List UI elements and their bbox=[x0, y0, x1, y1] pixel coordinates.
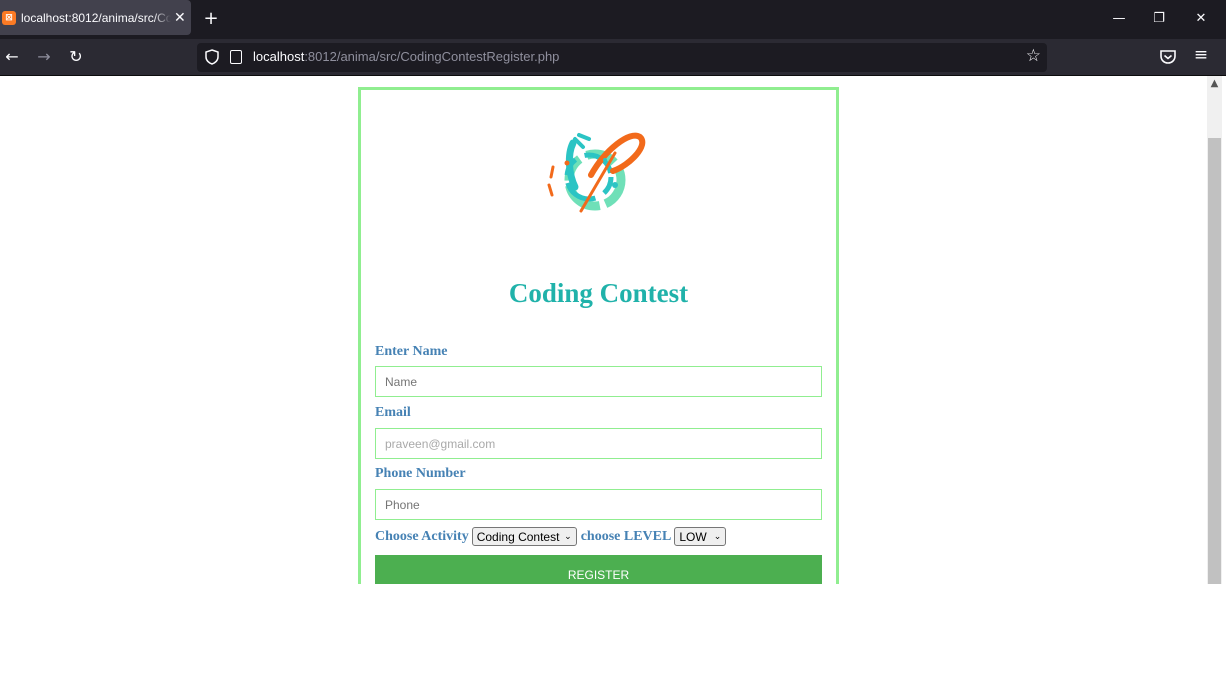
name-label: Enter Name bbox=[375, 344, 448, 359]
tab-title: localhost:8012/anima/src/CodingContestRe… bbox=[21, 10, 171, 25]
chevron-down-icon: ⌄ bbox=[713, 531, 722, 542]
xampp-favicon-icon: ⊠ bbox=[2, 10, 16, 25]
shield-icon[interactable] bbox=[205, 49, 219, 65]
scroll-thumb[interactable] bbox=[1208, 138, 1221, 584]
activity-label: Choose Activity bbox=[375, 528, 469, 544]
page-info-icon[interactable] bbox=[230, 50, 242, 64]
name-input[interactable] bbox=[375, 366, 822, 397]
email-label: Email bbox=[375, 405, 411, 420]
new-tab-button[interactable]: + bbox=[201, 8, 221, 30]
activity-level-row: Choose Activity Coding Contest ⌄ choose … bbox=[375, 527, 727, 546]
register-button[interactable]: REGISTER bbox=[375, 555, 822, 584]
activity-selected-value: Coding Contest bbox=[476, 529, 560, 544]
page-title: Coding Contest bbox=[508, 278, 689, 308]
minimize-button[interactable]: — bbox=[1104, 8, 1134, 30]
level-label: choose LEVEL bbox=[580, 528, 672, 544]
address-bar[interactable]: localhost:8012/anima/src/CodingContestRe… bbox=[197, 43, 1047, 72]
bookmark-star-icon[interactable]: ☆ bbox=[1026, 46, 1041, 66]
activity-select[interactable]: Coding Contest ⌄ bbox=[471, 527, 577, 546]
url-path: :8012/anima/src/CodingContestRegister.ph… bbox=[304, 49, 560, 64]
hamburger-menu-icon[interactable]: ≡ bbox=[1190, 45, 1212, 67]
url-host: localhost bbox=[253, 49, 305, 64]
vertical-scrollbar[interactable]: ▲ bbox=[1207, 76, 1222, 584]
navigation-bar: ← → ↻ localhost:8012/anima/src/CodingCon… bbox=[0, 39, 1226, 76]
close-window-button[interactable]: ✕ bbox=[1186, 8, 1216, 30]
reload-button[interactable]: ↻ bbox=[64, 46, 88, 68]
chevron-down-icon: ⌄ bbox=[564, 531, 572, 542]
phone-label: Phone Number bbox=[375, 466, 466, 481]
level-selected-value: LOW bbox=[679, 529, 707, 544]
level-select[interactable]: LOW ⌄ bbox=[674, 527, 727, 546]
phone-input[interactable] bbox=[375, 489, 822, 520]
email-input[interactable] bbox=[375, 428, 822, 459]
tab-strip: ⊠ localhost:8012/anima/src/CodingContest… bbox=[0, 0, 1226, 39]
pocket-icon[interactable] bbox=[1158, 47, 1178, 67]
back-button[interactable]: ← bbox=[0, 46, 24, 68]
page-viewport: Coding Contest Enter Name Email Phone Nu… bbox=[0, 76, 1226, 584]
forward-button[interactable]: → bbox=[32, 46, 56, 68]
registration-card: Coding Contest Enter Name Email Phone Nu… bbox=[358, 87, 839, 584]
scroll-up-arrow-icon[interactable]: ▲ bbox=[1207, 76, 1222, 92]
browser-tab[interactable]: ⊠ localhost:8012/anima/src/CodingContest… bbox=[0, 0, 191, 35]
maximize-button[interactable]: ❐ bbox=[1144, 8, 1174, 30]
tab-close-icon[interactable]: ✕ bbox=[174, 10, 186, 26]
url-text[interactable]: localhost:8012/anima/src/CodingContestRe… bbox=[253, 49, 559, 64]
coding-contest-logo bbox=[547, 132, 646, 213]
